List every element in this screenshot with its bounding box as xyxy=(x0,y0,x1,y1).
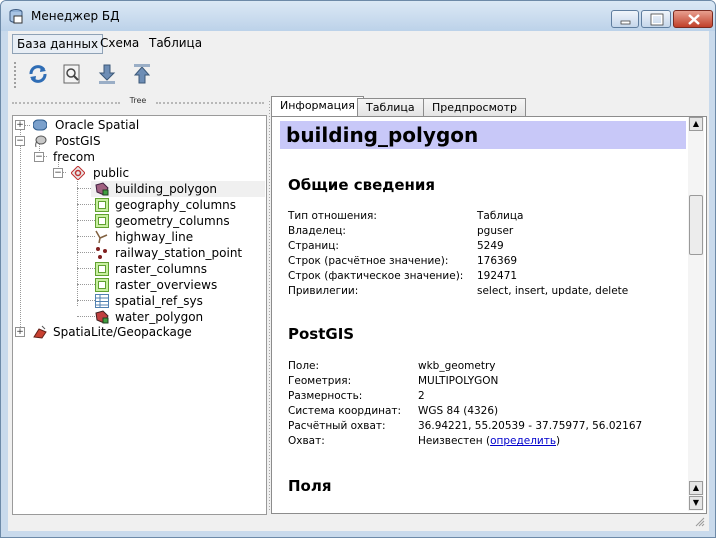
import-icon[interactable] xyxy=(95,62,119,86)
tree-item-schema[interactable]: − public xyxy=(13,165,263,181)
info-value: Таблица xyxy=(477,210,524,222)
tree-item-table[interactable]: building_polygon xyxy=(91,181,265,197)
info-value: 192471 xyxy=(477,270,518,282)
tree-item-table[interactable]: spatial_ref_sys xyxy=(91,293,265,309)
info-panel: building_polygon Общие сведения Тип отно… xyxy=(271,116,707,514)
info-key: Расчётный охват: xyxy=(288,420,386,432)
info-value: 176369 xyxy=(477,255,518,267)
info-value: wkb_geometry xyxy=(418,360,496,372)
close-button[interactable] xyxy=(673,10,713,28)
minimize-button[interactable] xyxy=(611,10,639,28)
info-value: pguser xyxy=(477,225,514,237)
info-key: Геометрия: xyxy=(288,375,352,387)
menu-bar: База данных Схема Таблица xyxy=(8,31,709,55)
line-layer-icon xyxy=(95,230,108,244)
tree-item-database[interactable]: − frecom xyxy=(13,149,263,165)
general-heading: Общие сведения xyxy=(288,176,436,194)
refresh-icon[interactable] xyxy=(26,62,50,86)
point-layer-icon xyxy=(96,247,107,259)
scroll-down-icon[interactable]: ▼ xyxy=(689,496,703,510)
table-icon xyxy=(95,198,109,212)
scroll-up-icon[interactable]: ▲ xyxy=(689,481,703,495)
collapse-minus-icon[interactable]: − xyxy=(53,168,63,178)
maximize-button[interactable] xyxy=(641,10,671,28)
table-icon xyxy=(95,278,109,292)
tab-preview[interactable]: Предпросмотр xyxy=(423,98,526,116)
tree-item-table[interactable]: raster_columns xyxy=(91,261,265,277)
table-icon xyxy=(95,214,109,228)
scroll-thumb[interactable] xyxy=(689,195,703,255)
tree-dock-title: Tree xyxy=(10,96,266,110)
table-icon xyxy=(95,262,109,276)
tree-item-table[interactable]: raster_overviews xyxy=(91,277,265,293)
toolbar xyxy=(8,56,709,94)
polygon-layer-icon xyxy=(95,310,109,324)
title-bar: Менеджер БД xyxy=(1,1,715,31)
info-key: Привилегии: xyxy=(288,285,359,297)
info-value: 2 xyxy=(418,390,425,402)
tab-table[interactable]: Таблица xyxy=(357,98,424,116)
tree-item-postgis[interactable]: − PostGIS xyxy=(13,133,263,149)
spatialite-icon xyxy=(33,325,47,339)
menu-database[interactable]: База данных xyxy=(12,34,104,54)
toolbar-grip[interactable] xyxy=(14,62,19,88)
main-window: Менеджер БД База данных Схема Таблица Tr… xyxy=(0,0,716,538)
collapse-minus-icon[interactable]: − xyxy=(34,152,44,162)
info-key: Тип отношения: xyxy=(288,210,377,222)
info-key: Строк (расчётное значение): xyxy=(288,255,449,267)
tree-item-spatialite[interactable]: + SpatiaLite/Geopackage xyxy=(13,324,263,340)
tree-item-table[interactable]: geography_columns xyxy=(91,197,265,213)
resize-grip-icon[interactable] xyxy=(693,515,705,527)
info-content: building_polygon Общие сведения Тип отно… xyxy=(280,121,686,509)
info-key: Охват: xyxy=(288,435,325,447)
sql-window-icon[interactable] xyxy=(60,62,84,86)
database-app-icon xyxy=(9,9,23,24)
tab-bar: Информация Таблица Предпросмотр xyxy=(271,96,701,117)
determine-extent-link[interactable]: определить xyxy=(490,435,556,447)
elephant-icon xyxy=(35,135,47,148)
client-area: База данных Схема Таблица Tree + Oracle … xyxy=(8,31,709,531)
info-value: WGS 84 (4326) xyxy=(418,405,499,417)
close-icon xyxy=(688,14,700,25)
menu-table[interactable]: Таблица xyxy=(145,34,206,52)
tree-dock-label: Tree xyxy=(129,96,147,105)
info-key: Система координат: xyxy=(288,405,402,417)
fields-heading: Поля xyxy=(288,477,332,495)
info-value: 5249 xyxy=(477,240,504,252)
info-key: Строк (фактическое значение): xyxy=(288,270,464,282)
plain-table-icon xyxy=(95,294,109,308)
info-key: Страниц: xyxy=(288,240,339,252)
extent-value: Неизвестен (определить) xyxy=(418,435,561,447)
tab-info[interactable]: Информация xyxy=(271,96,364,117)
info-value: select, insert, update, delete xyxy=(477,285,629,297)
db-tree[interactable]: + Oracle Spatial − PostGIS − frecom − pu… xyxy=(12,115,267,515)
info-key: Размерность: xyxy=(288,390,363,402)
postgis-heading: PostGIS xyxy=(288,325,355,343)
tree-item-table[interactable]: railway_station_point xyxy=(91,245,265,261)
info-key: Поле: xyxy=(288,360,320,372)
scroll-up-icon[interactable]: ▲ xyxy=(689,117,703,131)
tree-item-table[interactable]: geometry_columns xyxy=(91,213,265,229)
window-title: Менеджер БД xyxy=(31,9,120,23)
info-scrollbar[interactable]: ▲ ▲ ▼ xyxy=(688,117,704,511)
maximize-icon xyxy=(650,13,664,26)
table-title-bar: building_polygon xyxy=(280,121,686,149)
menu-schema[interactable]: Схема xyxy=(96,34,143,52)
export-icon[interactable] xyxy=(130,62,154,86)
tree-item-oracle[interactable]: + Oracle Spatial xyxy=(13,117,263,133)
expand-plus-icon[interactable]: + xyxy=(15,327,25,337)
tree-item-table[interactable]: water_polygon xyxy=(91,309,265,325)
expand-plus-icon[interactable]: + xyxy=(15,120,25,130)
polygon-layer-icon xyxy=(95,182,109,196)
info-value: MULTIPOLYGON xyxy=(418,375,499,387)
schema-icon xyxy=(71,166,85,180)
table-title: building_polygon xyxy=(286,123,479,147)
oracle-icon xyxy=(33,119,47,131)
collapse-minus-icon[interactable]: − xyxy=(15,136,25,146)
minimize-icon xyxy=(620,20,631,25)
info-key: Владелец: xyxy=(288,225,346,237)
tree-item-table[interactable]: highway_line xyxy=(91,229,265,245)
info-value: 36.94221, 55.20539 - 37.75977, 56.02167 xyxy=(418,420,643,432)
